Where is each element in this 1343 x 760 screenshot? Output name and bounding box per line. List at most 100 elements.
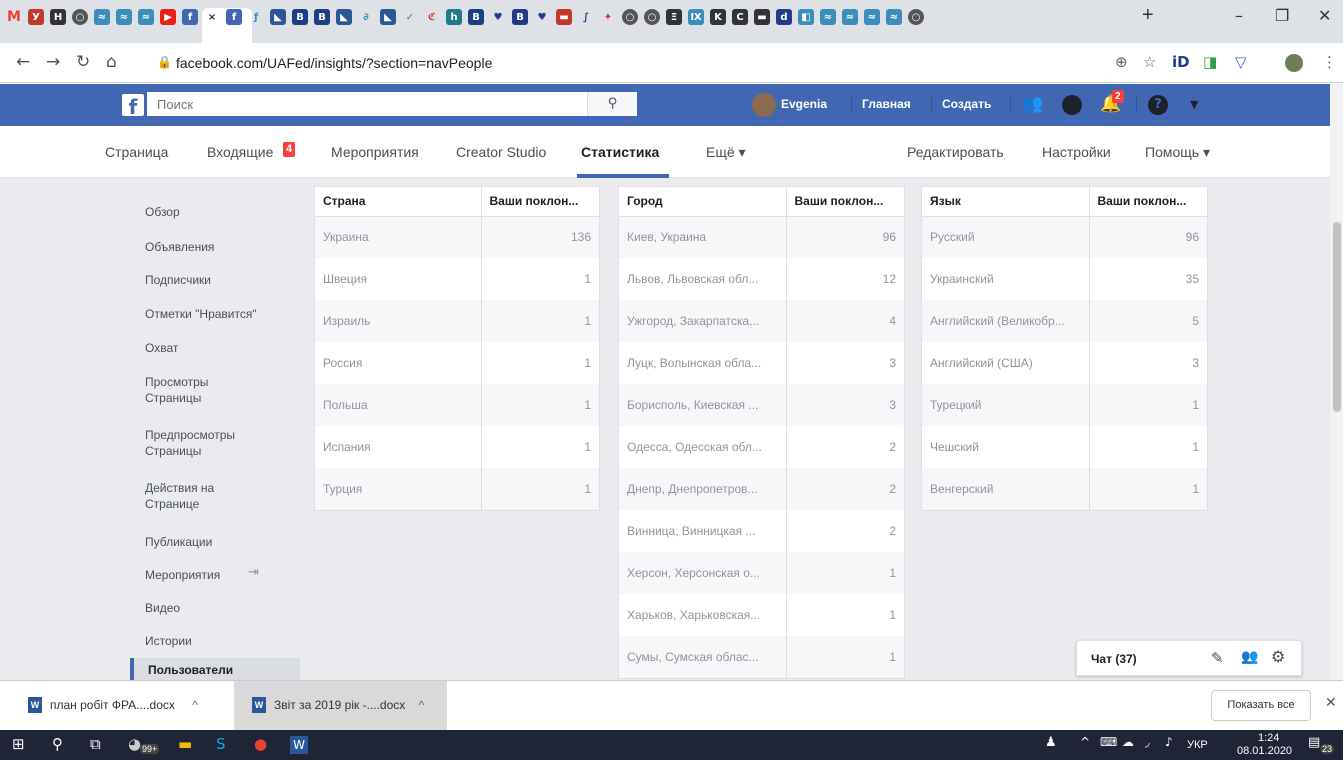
taskbar-search-icon[interactable]: ⚲ [52, 735, 63, 753]
tab-events[interactable]: Мероприятия [331, 144, 419, 160]
tab-icon[interactable]: ○ [908, 9, 924, 25]
tab-icon[interactable]: ∫ [578, 9, 594, 25]
tab-icon[interactable]: B [292, 9, 308, 25]
tab-icon[interactable]: ◣ [336, 9, 352, 25]
tab-edit[interactable]: Редактировать [907, 144, 1004, 160]
tab-page[interactable]: Страница [105, 144, 168, 160]
home-icon[interactable]: ⌂ [106, 52, 117, 72]
tab-icon[interactable]: B [314, 9, 330, 25]
tab-icon[interactable]: ≈ [864, 9, 880, 25]
tab-icon[interactable]: ♥ [534, 9, 550, 25]
back-icon[interactable]: ← [16, 52, 30, 72]
show-all-downloads-button[interactable]: Показать все [1211, 690, 1311, 721]
tab-icon[interactable]: ∂ [358, 9, 374, 25]
tab-icon[interactable]: ○ [622, 9, 638, 25]
url-text[interactable]: facebook.com/UAFed/insights/?section=nav… [176, 55, 492, 71]
account-menu-icon[interactable]: ▼ [1190, 98, 1198, 111]
tab-icon[interactable]: C [732, 9, 748, 25]
action-center-icon[interactable]: ▤ [1308, 735, 1320, 750]
network-icon[interactable]: ⌨ [1100, 735, 1117, 749]
extension-icon[interactable]: ◨ [1203, 53, 1217, 71]
windows-start-icon[interactable]: ⊞ [12, 735, 25, 753]
chat-label[interactable]: Чат (37) [1091, 652, 1137, 666]
tab-icon[interactable]: ✦ [600, 9, 616, 25]
menu-dots-icon[interactable]: ⋮ [1322, 53, 1337, 71]
sidebar-item-overview[interactable]: Обзор [130, 204, 300, 220]
tab-icon[interactable]: ♥ [490, 9, 506, 25]
help-icon[interactable]: ? [1148, 95, 1168, 115]
tab-icon[interactable]: ○ [72, 9, 88, 25]
zoom-icon[interactable]: ⊕ [1115, 53, 1128, 71]
tab-icon[interactable]: Ⅸ [688, 9, 704, 25]
tab-insights[interactable]: Статистика [581, 144, 659, 160]
chat-bar[interactable]: Чат (37) ✎ 👥 ⚙ [1076, 640, 1302, 676]
column-header[interactable]: Язык [922, 187, 1089, 217]
column-header[interactable]: Ваши поклон... [1088, 187, 1207, 217]
sidebar-item-posts[interactable]: Публикации [130, 534, 300, 550]
language-indicator[interactable]: УКР [1187, 739, 1208, 751]
chevron-up-icon[interactable]: ^ [419, 698, 425, 712]
column-header[interactable]: Ваши поклон... [480, 187, 599, 217]
gmail-tab-icon[interactable]: M [6, 9, 22, 25]
search-input[interactable] [147, 92, 587, 116]
messenger-icon[interactable] [1062, 95, 1082, 115]
tab-icon[interactable]: ≈ [842, 9, 858, 25]
sidebar-item-videos[interactable]: Видео [130, 600, 300, 616]
chevron-up-icon[interactable]: ^ [192, 698, 198, 712]
youtube-tab-icon[interactable]: ▶ [160, 9, 176, 25]
tab-icon[interactable]: ƒ [248, 9, 264, 25]
facebook-tab-icon[interactable]: f [226, 9, 242, 25]
sidebar-item-people[interactable]: Пользователи [130, 658, 300, 680]
task-view-icon[interactable]: ⧉ [90, 735, 101, 753]
tab-icon[interactable]: ▬ [556, 9, 572, 25]
chrome-icon[interactable]: ● [254, 735, 267, 753]
user-avatar[interactable] [752, 93, 776, 117]
reload-icon[interactable]: ↻ [76, 52, 90, 72]
search-icon[interactable]: ⚲ [587, 92, 637, 116]
tab-icon[interactable]: ≈ [116, 9, 132, 25]
extension-icon[interactable]: iD [1172, 53, 1190, 71]
create-link[interactable]: Создать [942, 97, 991, 111]
close-download-bar-icon[interactable]: ✕ [1325, 695, 1337, 711]
tab-icon[interactable]: ✓ [402, 9, 418, 25]
sidebar-item-page-previews[interactable]: Предпросмотры Страницы [130, 427, 250, 459]
new-tab-button[interactable]: + [1142, 4, 1154, 27]
tab-icon[interactable]: ≈ [820, 9, 836, 25]
sidebar-item-events[interactable]: Мероприятия [130, 567, 235, 583]
tab-more[interactable]: Ещё ▾ [706, 144, 746, 161]
tab-icon[interactable]: K [710, 9, 726, 25]
facebook-logo-icon[interactable]: f [122, 94, 144, 119]
sidebar-item-ads[interactable]: Объявления [130, 239, 300, 255]
profile-avatar[interactable] [1285, 54, 1303, 72]
tab-creator-studio[interactable]: Creator Studio [456, 144, 546, 160]
sidebar-item-likes[interactable]: Отметки "Нравится" [130, 306, 300, 322]
tray-chevron-icon[interactable]: ^ [1080, 735, 1090, 749]
tab-icon[interactable]: B [512, 9, 528, 25]
user-name-link[interactable]: Evgenia [781, 97, 827, 111]
restore-icon[interactable]: ❐ [1275, 6, 1289, 25]
cloud-icon[interactable]: ☁ [1122, 735, 1134, 749]
tab-icon[interactable]: h [446, 9, 462, 25]
tab-icon[interactable]: ◧ [798, 9, 814, 25]
tab-icon[interactable]: B [468, 9, 484, 25]
download-item[interactable]: W план робіт ФРА....docx ^ [28, 681, 228, 730]
compose-icon[interactable]: ✎ [1211, 649, 1224, 667]
facebook-tab-icon[interactable]: f [182, 9, 198, 25]
close-window-icon[interactable]: ✕ [1318, 6, 1331, 25]
home-link[interactable]: Главная [862, 97, 911, 111]
column-header[interactable]: Страна [315, 187, 481, 217]
volume-icon[interactable]: ♪ [1165, 735, 1173, 749]
bookmark-star-icon[interactable]: ☆ [1143, 53, 1156, 71]
tab-icon[interactable]: ≈ [886, 9, 902, 25]
sidebar-item-followers[interactable]: Подписчики [130, 272, 300, 288]
tab-icon[interactable]: d [776, 9, 792, 25]
tab-inbox[interactable]: Входящие [207, 144, 273, 160]
sidebar-item-stories[interactable]: Истории [130, 633, 300, 649]
tab-icon[interactable]: H [50, 9, 66, 25]
tab-icon[interactable]: ◣ [270, 9, 286, 25]
download-item[interactable]: W Звіт за 2019 рік -....docx ^ [252, 681, 447, 730]
tab-icon[interactable]: ≈ [138, 9, 154, 25]
column-header[interactable]: Город [619, 187, 786, 217]
skype-icon[interactable]: S [216, 735, 226, 753]
tab-close-icon[interactable]: × [204, 9, 220, 25]
